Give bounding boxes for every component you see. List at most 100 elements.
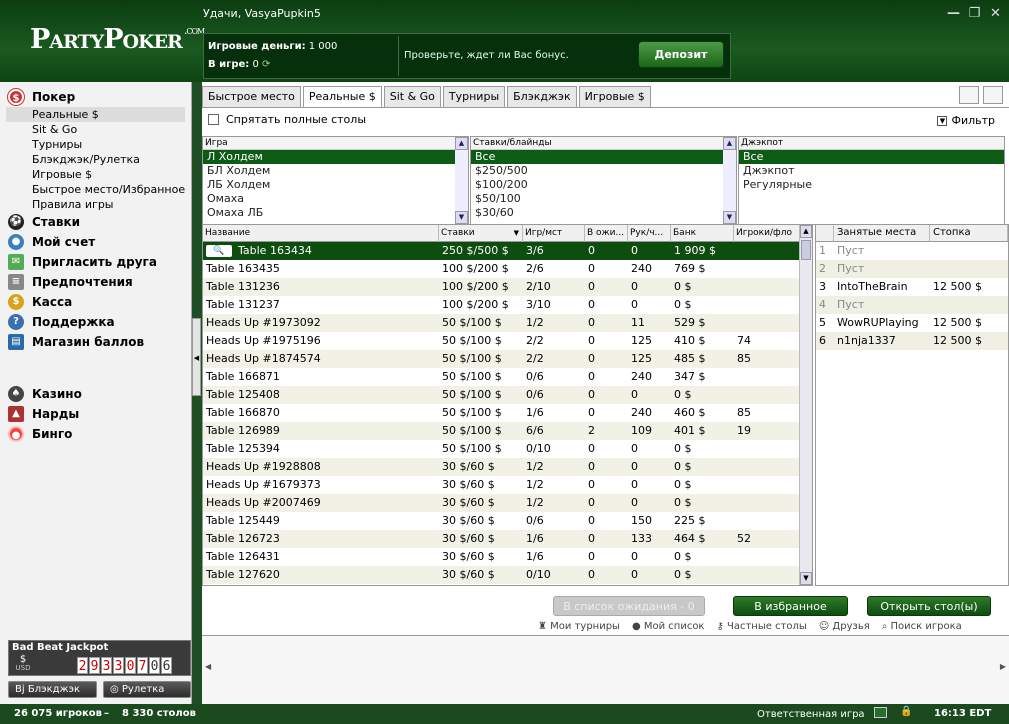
tab-sit-go[interactable]: Sit & Go bbox=[383, 86, 441, 107]
col-hands[interactable]: Рук/ч... bbox=[628, 225, 671, 242]
list-item[interactable]: ЛБ Холдем bbox=[203, 178, 468, 192]
seat-row[interactable]: 1 Пуст bbox=[816, 242, 1008, 260]
maximize-icon[interactable]: ❐ bbox=[967, 6, 982, 21]
table-row[interactable]: Table 125408 50 $/100 $ 0/6 0 0 0 $ bbox=[203, 386, 800, 404]
table-row[interactable]: Heads Up #1973092 50 $/100 $ 1/2 0 11 529 $ bbox=[203, 314, 800, 332]
list-item[interactable]: Омаха ЛБ bbox=[203, 206, 468, 220]
friends-link[interactable]: ☺ Друзья bbox=[819, 621, 870, 632]
private-tables-link[interactable]: ⚷ Частные столы bbox=[716, 621, 806, 632]
find-player-link[interactable]: ⌕ Поиск игрока bbox=[882, 621, 962, 632]
list-item[interactable]: Омаха bbox=[203, 192, 468, 206]
refresh-icon[interactable]: ⟳ bbox=[262, 59, 270, 70]
list-item[interactable]: БЛ Холдем bbox=[203, 164, 468, 178]
waitlist-button[interactable]: В список ожидания - 0 bbox=[553, 596, 705, 616]
stakes-filter[interactable]: Ставки/блайнды Все $250/500 $100/200 $50… bbox=[470, 136, 737, 225]
lock-icon[interactable]: 🔒 bbox=[900, 706, 912, 717]
col-waiting[interactable]: В ожи... bbox=[585, 225, 628, 242]
nav-poker[interactable]: $ Покер bbox=[0, 87, 191, 107]
nav-bets[interactable]: ⚽ Ставки bbox=[0, 212, 191, 232]
col-players[interactable]: Игр/мст bbox=[523, 225, 585, 242]
list-item[interactable]: Джэкпот bbox=[739, 164, 1004, 178]
table-row[interactable]: Heads Up #1975196 50 $/100 $ 2/2 0 125 410 $ 7… bbox=[203, 332, 800, 350]
responsible-gaming-link[interactable]: Ответственная игра bbox=[757, 709, 865, 720]
table-row[interactable]: Heads Up #1679373 30 $/60 $ 1/2 0 0 0 $ bbox=[203, 476, 800, 494]
table-row[interactable]: Table 126723 30 $/60 $ 1/6 0 133 464 $ 52 bbox=[203, 530, 800, 548]
list-item[interactable]: $100/200 bbox=[471, 178, 736, 192]
tab-play-money[interactable]: Игровые $ bbox=[578, 86, 651, 107]
table-row[interactable]: Table 126989 50 $/100 $ 6/6 2 109 401 $ 19 bbox=[203, 422, 800, 440]
table-row[interactable]: Table 166871 50 $/100 $ 0/6 0 240 347 $ bbox=[203, 368, 800, 386]
monitor-icon[interactable] bbox=[874, 707, 887, 718]
table-row[interactable]: Heads Up #1874574 50 $/100 $ 2/2 0 125 485 $ 8… bbox=[203, 350, 800, 368]
favorites-button[interactable]: В избранное bbox=[733, 596, 848, 616]
my-tournaments-link[interactable]: ♜ Мои турниры bbox=[538, 621, 620, 632]
list-item[interactable]: $30/60 bbox=[471, 206, 736, 220]
seat-row[interactable]: 6 n1nja1337 12 500 $ bbox=[816, 332, 1008, 350]
table-row[interactable]: Table 131236 100 $/200 $ 2/10 0 0 0 $ bbox=[203, 278, 800, 296]
collapse-sidebar-icon[interactable]: ◀ bbox=[192, 318, 201, 396]
table-row[interactable]: Table 126431 30 $/60 $ 1/6 0 0 0 $ bbox=[203, 548, 800, 566]
roulette-button[interactable]: ◎ Рулетка bbox=[103, 681, 191, 698]
nav-play-money[interactable]: Игровые $ bbox=[0, 167, 191, 182]
nav-cashier[interactable]: $ Касса bbox=[0, 292, 191, 312]
game-filter[interactable]: Игра Л Холдем БЛ Холдем ЛБ Холдем Омаха … bbox=[202, 136, 469, 225]
table-row[interactable]: Table 166870 50 $/100 $ 1/6 0 240 460 $ 85 bbox=[203, 404, 800, 422]
grid-scrollbar[interactable]: ▲ ▼ bbox=[799, 225, 812, 585]
list-item[interactable]: Л Холдем bbox=[203, 150, 455, 164]
seat-row[interactable]: 3 IntoTheBrain 12 500 $ bbox=[816, 278, 1008, 296]
tab-blackjack[interactable]: Блэкджэк bbox=[507, 86, 577, 107]
filter-button[interactable]: ▼ Фильтр bbox=[937, 114, 995, 127]
nav-tournaments[interactable]: Турниры bbox=[0, 137, 191, 152]
jackpot-filter[interactable]: Джэкпот Все Джэкпот Регулярные bbox=[738, 136, 1005, 225]
table-row[interactable]: Table 131237 100 $/200 $ 3/10 0 0 0 $ bbox=[203, 296, 800, 314]
scroll-left-icon[interactable]: ◀ bbox=[205, 662, 211, 671]
seat-row[interactable]: 2 Пуст bbox=[816, 260, 1008, 278]
seat-row[interactable]: 5 WowRUPlaying 12 500 $ bbox=[816, 314, 1008, 332]
list-item[interactable]: Все bbox=[471, 150, 723, 164]
my-list-link[interactable]: ● Мой список bbox=[632, 621, 705, 632]
hide-full-tables[interactable]: Спрятать полные столы bbox=[208, 113, 366, 126]
table-row[interactable]: Table 125449 30 $/60 $ 0/6 0 150 225 $ bbox=[203, 512, 800, 530]
scroll-thumb[interactable] bbox=[801, 240, 811, 260]
minimize-icon[interactable]: — bbox=[946, 6, 961, 21]
list-item[interactable]: $250/500 bbox=[471, 164, 736, 178]
nav-points-store[interactable]: ▤ Магазин баллов bbox=[0, 332, 191, 352]
seat-row[interactable]: 4 Пуст bbox=[816, 296, 1008, 314]
tab-real-money[interactable]: Реальные $ bbox=[302, 86, 382, 108]
nav-backgammon[interactable]: ▲ Нарды bbox=[0, 404, 191, 424]
table-row[interactable]: 🔍 Table 163434 250 $/500 $ 3/6 0 0 1 909 $ bbox=[203, 242, 800, 260]
col-pot[interactable]: Банк bbox=[671, 225, 734, 242]
list-view-icon[interactable] bbox=[959, 86, 979, 104]
detail-view-icon[interactable] bbox=[983, 86, 1003, 104]
col-flop[interactable]: Игроки/фло bbox=[734, 225, 800, 242]
nav-bingo[interactable]: ● Бинго bbox=[0, 424, 191, 444]
col-stack[interactable]: Стопка bbox=[930, 225, 1008, 241]
col-stakes[interactable]: Ставки ▼ bbox=[439, 225, 523, 242]
open-table-button[interactable]: Открыть стол(ы) bbox=[867, 596, 991, 616]
list-item[interactable]: Регулярные bbox=[739, 178, 1004, 192]
bad-beat-jackpot[interactable]: Bad Beat Jackpot $ USD 29330706 bbox=[8, 640, 191, 676]
hide-full-checkbox[interactable] bbox=[208, 114, 219, 125]
col-seats[interactable]: Занятые места bbox=[834, 225, 930, 241]
nav-invite[interactable]: ✉ Пригласить друга bbox=[0, 252, 191, 272]
nav-rules[interactable]: Правила игры bbox=[0, 197, 191, 212]
close-icon[interactable]: ✕ bbox=[988, 6, 1003, 21]
nav-blackjack-roulette[interactable]: Блэкджэк/Рулетка bbox=[0, 152, 191, 167]
list-item[interactable]: Все bbox=[739, 150, 1004, 164]
tab-tournaments[interactable]: Турниры bbox=[442, 86, 506, 107]
nav-support[interactable]: ? Поддержка bbox=[0, 312, 191, 332]
list-item[interactable]: $50/100 bbox=[471, 192, 736, 206]
nav-sit-go[interactable]: Sit & Go bbox=[0, 122, 191, 137]
blackjack-button[interactable]: Bj Блэкджэк bbox=[8, 681, 97, 698]
deposit-button[interactable]: Депозит bbox=[638, 41, 724, 68]
magnifier-icon[interactable]: 🔍 bbox=[206, 245, 232, 257]
table-row[interactable]: Table 125394 50 $/100 $ 0/10 0 0 0 $ bbox=[203, 440, 800, 458]
nav-real-money[interactable]: Реальные $ bbox=[6, 107, 185, 122]
nav-quick-seat[interactable]: Быстрое место/Избранное bbox=[0, 182, 191, 197]
table-row[interactable]: Table 127620 30 $/60 $ 0/10 0 0 0 $ bbox=[203, 566, 800, 584]
table-row[interactable]: Table 163435 100 $/200 $ 2/6 0 240 769 $ bbox=[203, 260, 800, 278]
table-row[interactable]: Heads Up #1928808 30 $/60 $ 1/2 0 0 0 $ bbox=[203, 458, 800, 476]
scrollbar[interactable]: ▲ ▼ bbox=[723, 137, 736, 224]
tab-quick-seat[interactable]: Быстрое место bbox=[202, 86, 301, 107]
scroll-right-icon[interactable]: ▶ bbox=[1000, 662, 1006, 671]
